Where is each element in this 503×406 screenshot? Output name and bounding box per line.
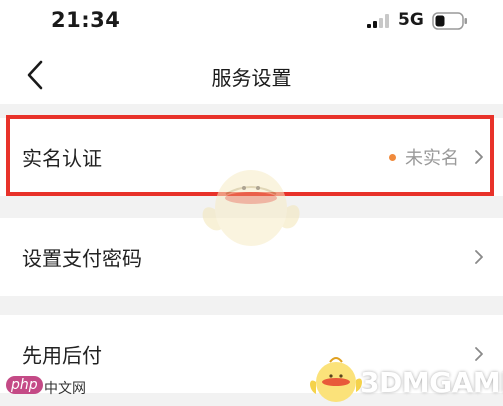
battery-icon [432, 12, 467, 30]
chevron-right-icon [475, 150, 483, 164]
row-label: 设置支付密码 [22, 246, 142, 271]
mascot-logo-icon [310, 357, 362, 402]
mascot-watermark-icon [202, 170, 300, 246]
network-type: 5G [398, 10, 424, 30]
site-watermark-left: php 中文网 [0, 368, 120, 406]
status-badge: 未实名 [389, 144, 459, 170]
watermark-brand-text: 3DMGAME [360, 366, 503, 399]
row-label: 先用后付 [22, 343, 102, 368]
status-bar: 21:34 5G [0, 0, 503, 44]
status-dot [389, 153, 396, 161]
row-label: 实名认证 [22, 146, 102, 171]
status-text: 未实名 [405, 148, 459, 169]
cellular-signal-icon [367, 14, 389, 28]
chevron-right-icon [475, 347, 483, 361]
watermark-text: 中文网 [44, 381, 86, 397]
watermark-badge: php [6, 376, 43, 394]
chevron-right-icon [475, 250, 483, 264]
status-time: 21:34 [51, 8, 121, 32]
page-title: 服务设置 [211, 66, 292, 90]
navigation-bar: 服务设置 [0, 44, 503, 104]
